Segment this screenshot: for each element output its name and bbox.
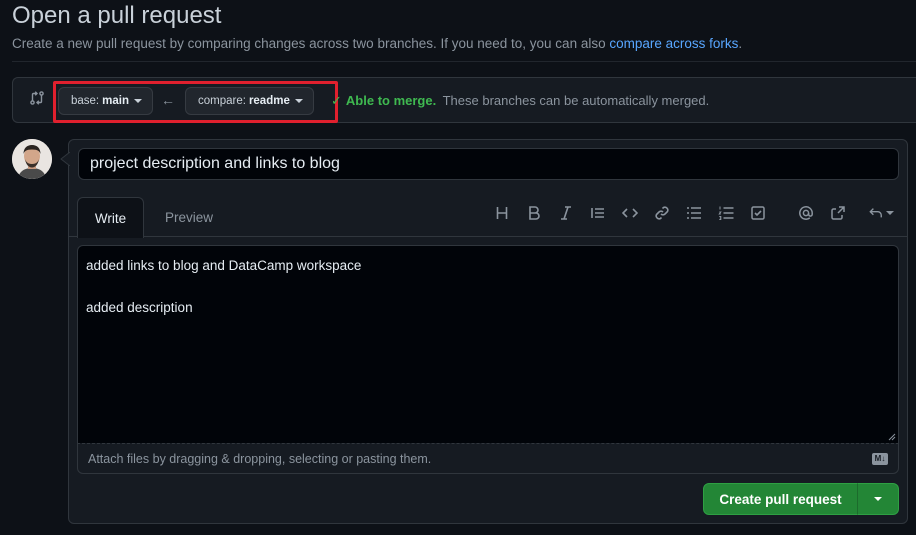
task-list-icon[interactable] — [747, 202, 769, 224]
compare-label: compare: — [198, 95, 246, 107]
page-title: Open a pull request — [12, 2, 222, 29]
chevron-down-icon — [133, 99, 142, 103]
pr-title-input[interactable] — [78, 148, 899, 180]
markdown-icon[interactable]: M↓ — [872, 453, 888, 465]
avatar[interactable] — [12, 139, 52, 179]
chevron-down-icon — [874, 497, 882, 501]
base-value: main — [102, 95, 129, 107]
merge-status: ✓ Able to merge. These branches can be au… — [331, 93, 709, 109]
chevron-down-icon — [885, 211, 894, 215]
check-icon: ✓ — [331, 93, 342, 108]
attach-files-bar[interactable]: Attach files by dragging & dropping, sel… — [77, 443, 899, 474]
cross-reference-icon[interactable] — [827, 202, 849, 224]
attach-files-text: Attach files by dragging & dropping, sel… — [88, 452, 432, 466]
compare-branch-button[interactable]: compare: readme — [185, 87, 314, 115]
arrow-left-icon: ← — [161, 92, 175, 108]
resize-handle[interactable] — [888, 433, 896, 441]
italic-icon[interactable] — [555, 202, 577, 224]
pr-body-textarea[interactable]: added links to blog and DataCamp workspa… — [77, 245, 899, 443]
title-divider — [12, 61, 916, 62]
compare-value: readme — [248, 95, 290, 107]
create-pull-request-button[interactable]: Create pull request — [703, 483, 858, 515]
bold-icon[interactable] — [523, 202, 545, 224]
merge-ok-text: Able to merge. — [345, 93, 437, 108]
subtitle-end: . — [738, 36, 743, 51]
chevron-down-icon — [294, 99, 303, 103]
bulleted-list-icon[interactable] — [683, 202, 705, 224]
numbered-list-icon[interactable] — [715, 202, 737, 224]
link-icon[interactable] — [651, 202, 673, 224]
page-subtitle: Create a new pull request by comparing c… — [12, 36, 742, 51]
merge-description: These branches can be automatically merg… — [442, 93, 710, 108]
compare-across-forks-link[interactable]: compare across forks — [609, 36, 738, 51]
quote-icon[interactable] — [587, 202, 609, 224]
create-options-dropdown[interactable] — [857, 483, 899, 515]
subtitle-text: Create a new pull request by comparing c… — [12, 36, 610, 51]
mention-icon[interactable] — [795, 202, 817, 224]
tab-write[interactable]: Write — [77, 197, 144, 238]
tab-preview[interactable]: Preview — [152, 197, 226, 237]
form-notch — [60, 152, 70, 166]
code-icon[interactable] — [619, 202, 641, 224]
git-compare-icon — [29, 90, 47, 108]
base-branch-button[interactable]: base: main — [58, 87, 153, 115]
compare-bar: base: main ← compare: readme ✓ Able to me… — [12, 77, 916, 123]
heading-icon[interactable] — [491, 202, 513, 224]
reply-icon[interactable] — [865, 202, 897, 224]
base-label: base: — [71, 95, 100, 107]
